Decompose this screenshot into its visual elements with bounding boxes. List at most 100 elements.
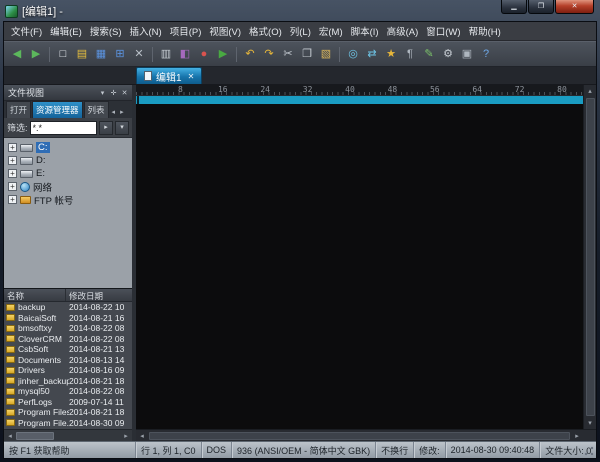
menu-item-view[interactable]: 视图(V): [205, 22, 245, 40]
fullscreen-icon: ▣: [462, 49, 472, 60]
save-all-button[interactable]: ⊞: [111, 45, 129, 63]
expand-icon[interactable]: +: [8, 195, 17, 204]
file-row[interactable]: CloverCRM2014-08-22 08: [4, 334, 132, 345]
expand-icon[interactable]: +: [8, 169, 17, 178]
text-editing-surface[interactable]: [136, 104, 583, 429]
menu-item-edit[interactable]: 编辑(E): [46, 22, 86, 40]
tab-close-icon[interactable]: ✕: [188, 72, 195, 81]
replace-button[interactable]: ⇄: [363, 45, 381, 63]
minimize-button[interactable]: ▁: [501, 0, 527, 14]
redo-button[interactable]: ↷: [260, 45, 278, 63]
file-row[interactable]: jinher_backup2014-08-21 18: [4, 376, 132, 387]
maximize-button[interactable]: ❐: [528, 0, 554, 14]
file-row[interactable]: Documents2014-08-13 14: [4, 355, 132, 366]
back-button[interactable]: ◀: [8, 45, 26, 63]
tree-item-network[interactable]: +网络: [4, 180, 132, 193]
column-header-date[interactable]: 修改日期: [66, 289, 132, 301]
scroll-right-icon[interactable]: ▸: [571, 430, 583, 442]
scroll-left-icon[interactable]: ◂: [136, 430, 148, 442]
horizontal-scroll-thumb[interactable]: [149, 432, 570, 440]
menu-item-insert[interactable]: 插入(N): [125, 22, 165, 40]
undo-icon: ↶: [245, 49, 254, 60]
file-row[interactable]: Program Files2014-08-21 18: [4, 407, 132, 418]
vertical-scroll-thumb[interactable]: [586, 98, 595, 416]
paste-button[interactable]: ▧: [317, 45, 335, 63]
tree-item-ftp-accounts[interactable]: +FTP 帐号: [4, 193, 132, 206]
open-file-button[interactable]: ▤: [73, 45, 91, 63]
panel-pin-icon[interactable]: ✛: [108, 89, 119, 97]
run-script-button[interactable]: ✎: [420, 45, 438, 63]
print-button[interactable]: ▥: [157, 45, 175, 63]
menu-item-help[interactable]: 帮助(H): [465, 22, 505, 40]
new-file-button[interactable]: □: [54, 45, 72, 63]
color-scheme-button[interactable]: ◧: [176, 45, 194, 63]
file-row[interactable]: CsbSoft2014-08-21 13: [4, 344, 132, 355]
scroll-up-icon[interactable]: ▴: [584, 85, 597, 97]
panel-horizontal-scrollbar[interactable]: ◂ ▸: [4, 429, 132, 441]
panel-menu-icon[interactable]: ▾: [97, 89, 108, 97]
panel-scroll-thumb[interactable]: [16, 432, 54, 440]
panel-tab-explorer[interactable]: 资源管理器: [32, 101, 83, 118]
tree-label: E:: [36, 168, 45, 179]
undo-button[interactable]: ↶: [241, 45, 259, 63]
record-macro-button[interactable]: ●: [195, 45, 213, 63]
find-button[interactable]: ◎: [344, 45, 362, 63]
word-wrap-button[interactable]: ¶: [401, 45, 419, 63]
file-name: BaicaiSoft: [18, 313, 69, 323]
menu-item-script[interactable]: 脚本(I): [347, 22, 383, 40]
bookmark-button[interactable]: ★: [382, 45, 400, 63]
settings-button[interactable]: ⚙: [439, 45, 457, 63]
forward-button[interactable]: ▶: [27, 45, 45, 63]
menu-item-advanced[interactable]: 高级(A): [383, 22, 423, 40]
expand-icon[interactable]: +: [8, 182, 17, 191]
column-header-name[interactable]: 名称: [4, 289, 66, 301]
menu-item-file[interactable]: 文件(F): [7, 22, 46, 40]
resize-grip[interactable]: [583, 445, 595, 457]
menu-item-search[interactable]: 搜索(S): [86, 22, 126, 40]
filter-menu-button[interactable]: ▾: [115, 121, 129, 135]
file-row[interactable]: BaicaiSoft2014-08-21 16: [4, 313, 132, 324]
tabs-scroll-left-icon[interactable]: ◂: [110, 106, 118, 118]
filter-input[interactable]: [30, 121, 97, 135]
menu-item-macro[interactable]: 宏(M): [315, 22, 347, 40]
scroll-left-icon[interactable]: ◂: [4, 430, 16, 442]
toolbar-separator: [236, 47, 237, 62]
cut-button[interactable]: ✂: [279, 45, 297, 63]
menu-item-column[interactable]: 列(L): [286, 22, 315, 40]
title-bar[interactable]: [编辑1] - ▁❐✕: [3, 0, 597, 21]
file-row[interactable]: backup2014-08-22 10: [4, 302, 132, 313]
menu-item-project[interactable]: 项目(P): [166, 22, 206, 40]
help-button[interactable]: ?: [477, 45, 495, 63]
fullscreen-button[interactable]: ▣: [458, 45, 476, 63]
close-button[interactable]: ✕: [555, 0, 594, 14]
filter-apply-button[interactable]: ▸: [99, 121, 113, 135]
save-button[interactable]: ▦: [92, 45, 110, 63]
expand-icon[interactable]: +: [8, 143, 17, 152]
tree-item-e-drive[interactable]: + E:: [4, 167, 132, 180]
copy-button[interactable]: ❐: [298, 45, 316, 63]
play-macro-icon: ▶: [219, 49, 227, 60]
close-file-button[interactable]: ✕: [130, 45, 148, 63]
tab-edit1[interactable]: 编辑1 ✕: [136, 67, 202, 84]
menu-item-window[interactable]: 窗口(W): [422, 22, 464, 40]
file-row[interactable]: bmsoftxy2014-08-22 08: [4, 323, 132, 334]
expand-icon[interactable]: +: [8, 156, 17, 165]
scroll-down-icon[interactable]: ▾: [584, 417, 597, 429]
replace-icon: ⇄: [367, 49, 376, 60]
editor-horizontal-scrollbar[interactable]: ◂ ▸: [136, 430, 583, 441]
file-name: PerfLogs: [18, 397, 69, 407]
file-row[interactable]: Program File...2014-08-30 09: [4, 418, 132, 429]
tree-item-d-drive[interactable]: +D:: [4, 154, 132, 167]
file-row[interactable]: PerfLogs2009-07-14 11: [4, 397, 132, 408]
menu-item-format[interactable]: 格式(O): [245, 22, 286, 40]
tree-item-c-drive[interactable]: +C:: [4, 141, 132, 154]
panel-close-icon[interactable]: ✕: [119, 89, 130, 97]
editor-vertical-scrollbar[interactable]: ▴ ▾: [583, 85, 596, 429]
tabs-scroll-right-icon[interactable]: ▸: [118, 106, 126, 118]
file-row[interactable]: mysql502014-08-22 08: [4, 386, 132, 397]
scroll-right-icon[interactable]: ▸: [120, 430, 132, 442]
panel-tab-list[interactable]: 列表: [84, 101, 109, 118]
play-macro-button[interactable]: ▶: [214, 45, 232, 63]
file-row[interactable]: Drivers2014-08-16 09: [4, 365, 132, 376]
panel-tab-open[interactable]: 打开: [6, 101, 31, 118]
